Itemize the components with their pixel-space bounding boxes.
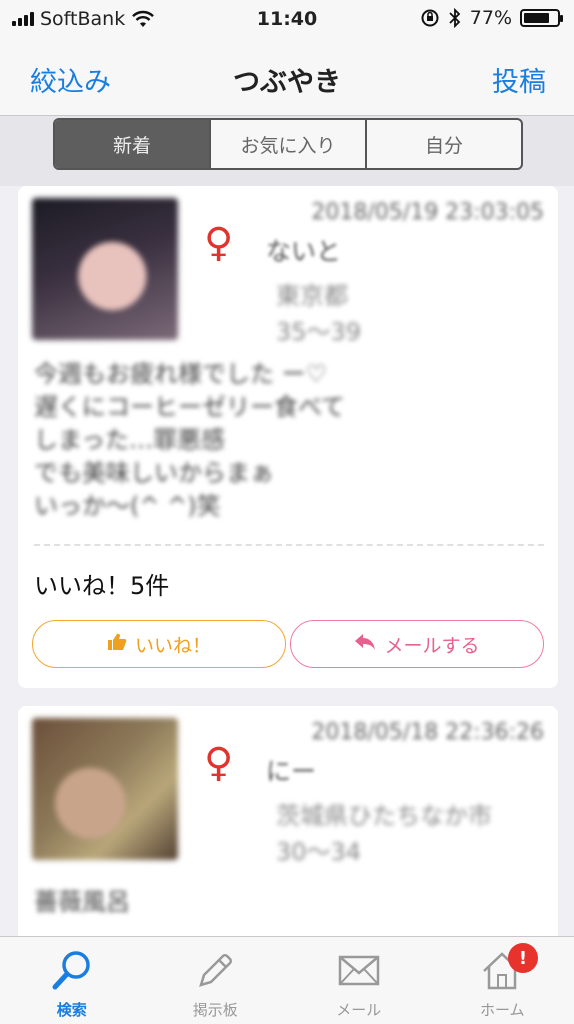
female-icon: ♀ [204,220,234,266]
thumbs-up-icon [107,632,127,657]
post-button[interactable]: 投稿 [492,60,546,99]
reply-icon [354,632,376,656]
mail-icon [338,955,379,986]
pencil-icon [199,954,233,987]
user-age: 35～39 [276,318,362,346]
segment-new[interactable]: 新着 [55,120,209,168]
segment-area: 新着 お気に入り 自分 [0,116,574,186]
tab-mail[interactable]: メール [287,937,431,1024]
post-body: 薔薇風呂 [34,888,130,916]
post-card: ♀ 2018/05/18 22:36:26 にー 茨城県ひたちなか市 30～34… [18,706,558,946]
battery-percent: 77% [469,7,512,29]
divider [34,544,544,546]
tab-label: ホーム [479,1001,525,1019]
status-right: 77% [420,7,563,29]
like-button-label: いいね！ [134,634,211,657]
segment-mine[interactable]: 自分 [365,120,521,168]
tab-label: 検索 [56,1001,87,1019]
notification-badge: ! [508,943,538,973]
segment-favorites[interactable]: お気に入り [209,120,365,168]
avatar[interactable] [32,718,178,860]
battery-icon [520,9,563,27]
tab-search[interactable]: 検索 [0,937,144,1024]
tab-label: メール [336,1001,382,1019]
bluetooth-icon [449,8,461,28]
tab-board[interactable]: 掲示板 [144,937,288,1024]
post-card: ♀ 2018/05/19 23:03:05 ないと 東京都 35～39 今週もお… [18,186,558,688]
post-body: 今週もお疲れ様でした ー♡ 遅くにコーヒーゼリー食べて しまった…罪悪感 でも美… [34,360,346,520]
user-name[interactable]: にー [266,752,316,788]
user-age: 30～34 [276,838,362,866]
likes-count: いいね！5件 [34,572,170,600]
orientation-lock-icon [421,9,439,27]
user-name[interactable]: ないと [266,232,341,268]
like-button[interactable]: いいね！ [32,620,286,668]
search-icon [52,951,90,990]
post-datetime: 2018/05/18 22:36:26 [311,720,544,745]
user-location: 茨城県ひたちなか市 [276,802,492,830]
tab-label: 掲示板 [192,1001,238,1019]
female-icon: ♀ [204,740,234,786]
page-title: つぶやき [233,67,341,98]
navigation-bar: 絞込み つぶやき 投稿 [0,40,574,116]
post-datetime: 2018/05/19 23:03:05 [311,200,544,225]
avatar[interactable] [32,198,178,340]
user-location: 東京都 [276,282,348,310]
tab-bar: 検索 掲示板 メール ホーム ! [0,936,574,1024]
send-mail-label: メールする [384,634,480,657]
tab-home[interactable]: ホーム ! [431,937,574,1024]
status-bar: SoftBank 11:40 77% [0,0,574,40]
segmented-control: 新着 お気に入り 自分 [53,118,523,170]
send-mail-button[interactable]: メールする [290,620,544,668]
